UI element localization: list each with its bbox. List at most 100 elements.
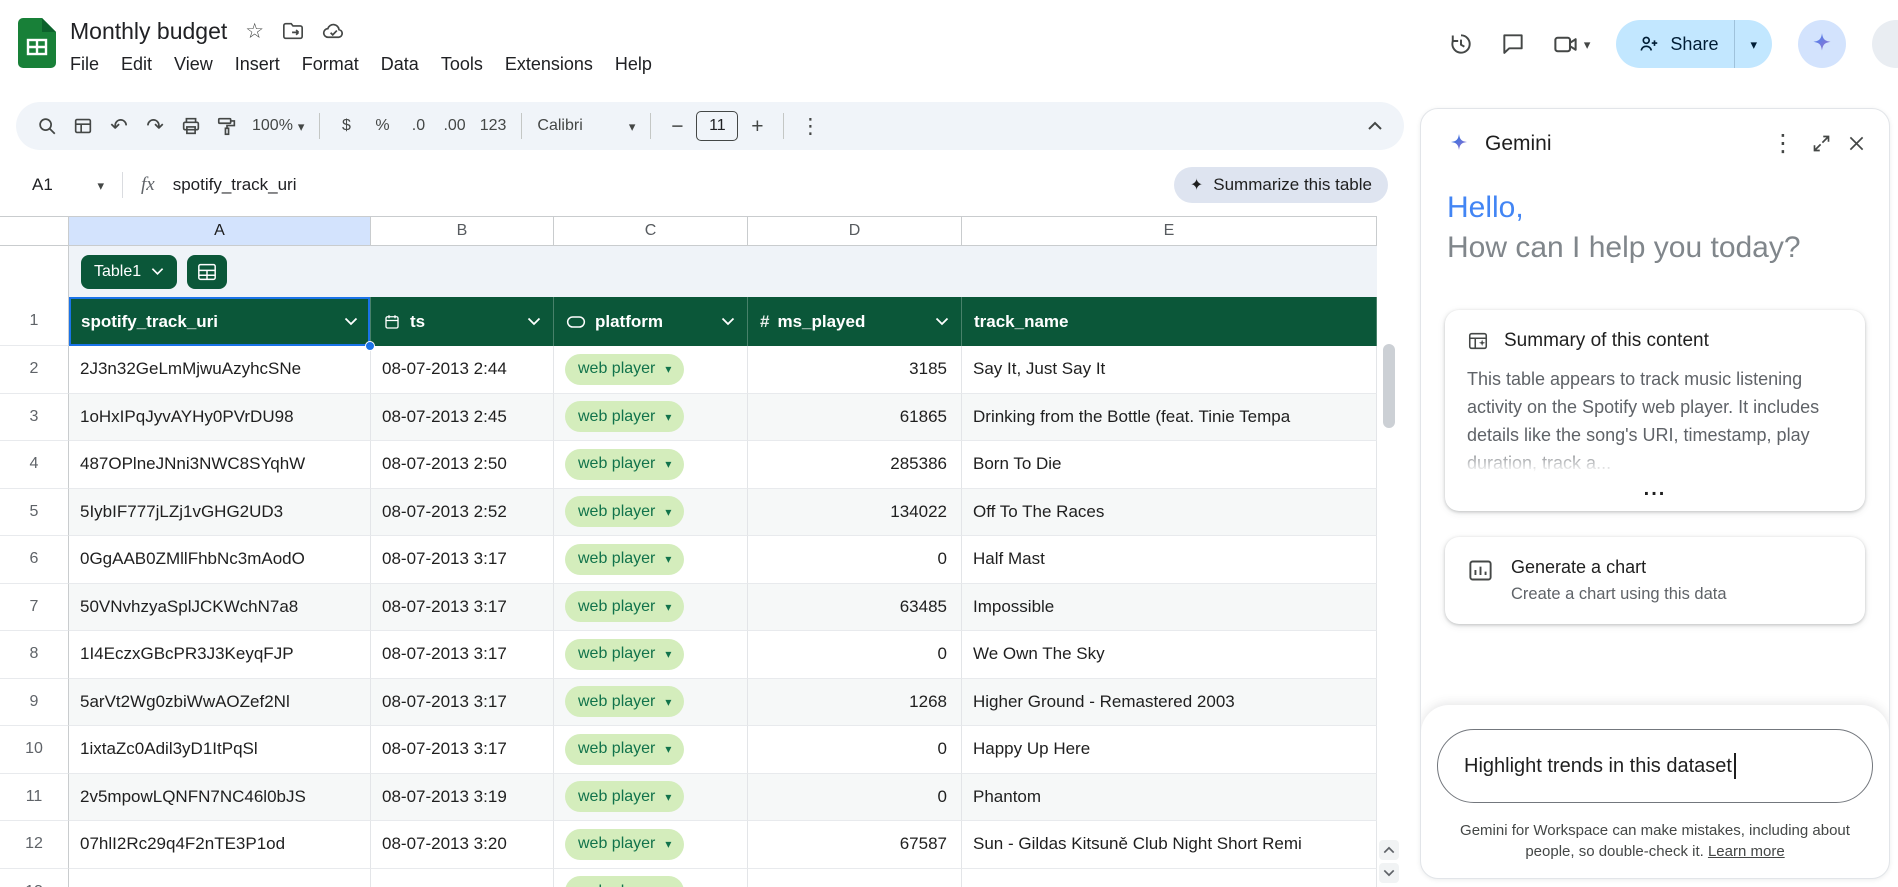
cell-platform[interactable]: web player▾	[554, 679, 748, 727]
cell-ts[interactable]: 08-07-2013 3:17	[371, 536, 554, 584]
font-selector[interactable]: Calibri ▾	[531, 108, 641, 144]
cell-platform[interactable]: web player▾	[554, 726, 748, 774]
cell-spotify-track-uri[interactable]: 0GgAAB0ZMllFhbNc3mAodO	[69, 536, 371, 584]
header-cell-platform[interactable]: platform	[554, 297, 748, 346]
cell-ts[interactable]: 08-07-2013 2:52	[371, 489, 554, 537]
header-cell-spotify-track-uri[interactable]: spotify_track_uri	[69, 297, 371, 346]
cell-ms-played[interactable]: 0	[748, 774, 962, 822]
platform-chip[interactable]: web player▾	[565, 496, 684, 527]
column-dropdown-icon[interactable]	[336, 317, 358, 326]
column-header-e[interactable]: E	[962, 217, 1377, 245]
format-currency-button[interactable]: $	[329, 108, 363, 144]
gemini-button[interactable]	[1798, 20, 1846, 68]
cloud-status-icon[interactable]	[322, 20, 345, 43]
scroll-down-button[interactable]	[1379, 863, 1399, 883]
generate-chart-card[interactable]: Generate a chart Create a chart using th…	[1445, 537, 1865, 624]
hide-menus-button[interactable]	[1358, 108, 1392, 144]
search-button[interactable]	[30, 108, 64, 144]
cell-ts[interactable]	[371, 869, 554, 887]
share-button[interactable]: Share	[1616, 20, 1734, 68]
cell-ts[interactable]: 08-07-2013 3:17	[371, 726, 554, 774]
cell-track-name[interactable]	[962, 869, 1377, 887]
table-menu-button[interactable]	[187, 255, 227, 289]
font-size-input[interactable]: 11	[696, 111, 738, 141]
cell-track-name[interactable]: Happy Up Here	[962, 726, 1377, 774]
row-header-9[interactable]: 9	[0, 679, 69, 727]
expand-summary-button[interactable]: ...	[1467, 479, 1843, 499]
panel-close-button[interactable]	[1846, 133, 1867, 154]
cell-platform[interactable]: web player▾	[554, 584, 748, 632]
cell-ms-played[interactable]: 134022	[748, 489, 962, 537]
row-header-4[interactable]: 4	[0, 441, 69, 489]
platform-chip[interactable]: web player▾	[565, 876, 684, 887]
decrease-font-size-button[interactable]: −	[660, 108, 694, 144]
platform-chip[interactable]: web player▾	[565, 639, 684, 670]
platform-chip[interactable]: web player▾	[565, 734, 684, 765]
cell-track-name[interactable]: Half Mast	[962, 536, 1377, 584]
cell-spotify-track-uri[interactable]: 1ixtaZc0Adil3yD1ItPqSl	[69, 726, 371, 774]
row-header-5[interactable]: 5	[0, 489, 69, 537]
header-cell-track-name[interactable]: track_name	[962, 297, 1377, 346]
cell-ts[interactable]: 08-07-2013 2:44	[371, 346, 554, 394]
cell-track-name[interactable]: Phantom	[962, 774, 1377, 822]
prompt-input[interactable]: Highlight trends in this dataset	[1437, 729, 1873, 803]
row-header-3[interactable]: 3	[0, 394, 69, 442]
cell-ms-played[interactable]: 0	[748, 631, 962, 679]
cell-ms-played[interactable]: 1268	[748, 679, 962, 727]
cell-spotify-track-uri[interactable]: 1I4EczxGBcPR3J3KeyqFJP	[69, 631, 371, 679]
cell-ts[interactable]: 08-07-2013 3:19	[371, 774, 554, 822]
header-cell-ms-played[interactable]: # ms_played	[748, 297, 962, 346]
paint-format-button[interactable]	[210, 108, 244, 144]
version-history-icon[interactable]	[1448, 31, 1474, 57]
print-button[interactable]	[174, 108, 208, 144]
platform-chip[interactable]: web player▾	[565, 354, 684, 385]
cell-platform[interactable]: web player▾	[554, 441, 748, 489]
row-header-7[interactable]: 7	[0, 584, 69, 632]
menu-edit[interactable]: Edit	[110, 50, 163, 79]
cell-platform[interactable]: web player▾	[554, 346, 748, 394]
cell-track-name[interactable]: Higher Ground - Remastered 2003	[962, 679, 1377, 727]
decrease-decimals-button[interactable]: .0	[401, 108, 435, 144]
cell-track-name[interactable]: Impossible	[962, 584, 1377, 632]
table-view-button[interactable]	[66, 108, 100, 144]
cell-track-name[interactable]: We Own The Sky	[962, 631, 1377, 679]
vertical-scrollbar-thumb[interactable]	[1383, 344, 1395, 428]
cell-ms-played[interactable]: 67587	[748, 821, 962, 869]
cell-track-name[interactable]: Born To Die	[962, 441, 1377, 489]
cell-track-name[interactable]: Sun - Gildas Kitsuně Club Night Short Re…	[962, 821, 1377, 869]
more-formats-button[interactable]: 123	[474, 108, 513, 144]
cell-platform[interactable]: web player▾	[554, 489, 748, 537]
cell-spotify-track-uri[interactable]: 50VNvhzyaSplJCKWchN7a8	[69, 584, 371, 632]
row-header-12[interactable]: 12	[0, 821, 69, 869]
cell-platform[interactable]: web player▾	[554, 869, 748, 887]
cell-ms-played[interactable]: 63485	[748, 584, 962, 632]
cell-ts[interactable]: 08-07-2013 3:17	[371, 679, 554, 727]
cell-platform[interactable]: web player▾	[554, 394, 748, 442]
column-header-d[interactable]: D	[748, 217, 962, 245]
menu-data[interactable]: Data	[370, 50, 430, 79]
platform-chip[interactable]: web player▾	[565, 401, 684, 432]
cell-ms-played[interactable]: 0	[748, 726, 962, 774]
cell-platform[interactable]: web player▾	[554, 821, 748, 869]
undo-button[interactable]: ↶	[102, 108, 136, 144]
redo-button[interactable]: ↷	[138, 108, 172, 144]
menu-extensions[interactable]: Extensions	[494, 50, 604, 79]
row-header-1[interactable]: 1	[0, 297, 69, 346]
column-dropdown-icon[interactable]	[519, 317, 541, 326]
column-dropdown-icon[interactable]	[927, 317, 949, 326]
cell-spotify-track-uri[interactable]: 2J3n32GeLmMjwuAzyhcSNe	[69, 346, 371, 394]
cell-ms-played[interactable]: 3185	[748, 346, 962, 394]
cell-ts[interactable]: 08-07-2013 3:17	[371, 631, 554, 679]
row-header-6[interactable]: 6	[0, 536, 69, 584]
increase-font-size-button[interactable]: +	[740, 108, 774, 144]
cell-platform[interactable]: web player▾	[554, 774, 748, 822]
platform-chip[interactable]: web player▾	[565, 449, 684, 480]
formula-input[interactable]: spotify_track_uri	[173, 175, 1174, 195]
cell-track-name[interactable]: Drinking from the Bottle (feat. Tinie Te…	[962, 394, 1377, 442]
name-box[interactable]: A1 ▾	[16, 175, 112, 195]
select-all-corner[interactable]	[0, 217, 69, 245]
document-title[interactable]: Monthly budget	[70, 18, 227, 45]
scroll-up-button[interactable]	[1379, 840, 1399, 860]
cell-track-name[interactable]: Off To The Races	[962, 489, 1377, 537]
column-header-b[interactable]: B	[371, 217, 554, 245]
